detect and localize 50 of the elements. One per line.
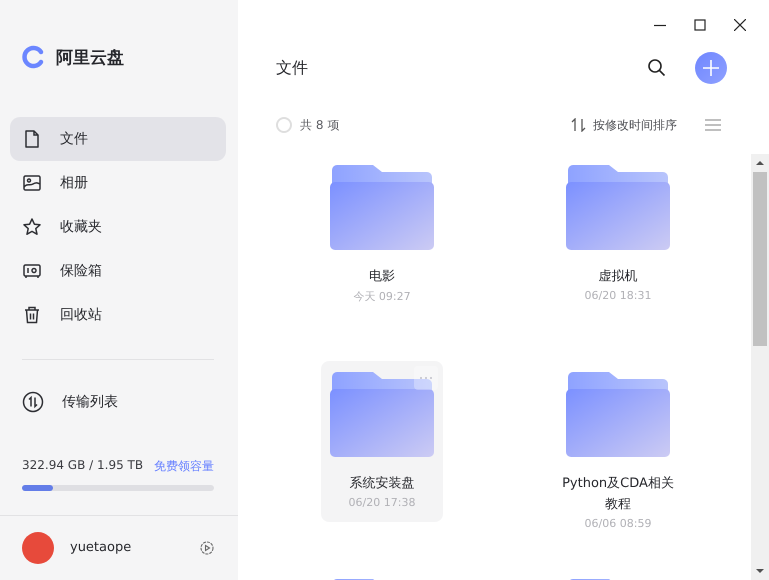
settings-icon[interactable]: [200, 540, 214, 555]
scrollbar-thumb[interactable]: [753, 172, 767, 346]
folder-icon: [566, 371, 670, 457]
avatar[interactable]: [22, 532, 54, 564]
transfer-list-item[interactable]: 传输列表: [10, 380, 226, 424]
star-icon: [22, 216, 42, 237]
photo-icon: [22, 172, 42, 193]
folder-icon: [330, 371, 434, 457]
more-icon: [419, 376, 433, 380]
search-button[interactable]: [647, 58, 667, 78]
maximize-icon: [694, 19, 706, 31]
logo-icon: [22, 45, 46, 70]
folder-name: 系统安装盘: [350, 475, 414, 493]
folder-card[interactable]: 虚拟机 06/20 18:31: [557, 154, 679, 361]
folder-name: 虚拟机: [598, 268, 638, 286]
folder-card[interactable]: 系统安装盘 06/20 17:38: [321, 361, 443, 522]
close-icon: [734, 19, 746, 31]
close-button[interactable]: [731, 16, 749, 34]
nav-item[interactable]: 回收站: [10, 292, 226, 337]
folder-date: 06/06 08:59: [584, 517, 652, 530]
sort-button[interactable]: 按修改时间排序: [571, 116, 677, 134]
folder-date: 06/20 18:31: [584, 289, 652, 302]
select-all-checkbox[interactable]: [276, 117, 292, 133]
folder-card[interactable]: Python及CDA相关教程 06/06 08:59: [557, 361, 679, 568]
scrollbar[interactable]: [751, 154, 769, 580]
scroll-up-icon[interactable]: [756, 160, 764, 166]
folder-date: 06/20 17:38: [348, 496, 416, 509]
folder-name: Python及CDA相关教程: [561, 475, 675, 514]
folder-icon: [566, 164, 670, 250]
nav-item[interactable]: 收藏夹: [10, 204, 226, 249]
nav-item[interactable]: 保险箱: [10, 248, 226, 293]
list-view-icon[interactable]: [705, 119, 721, 131]
page-title: 文件: [276, 58, 309, 78]
folder-name: 电影: [369, 268, 395, 286]
trash-icon: [22, 304, 42, 325]
user-name: yuetaope: [70, 540, 132, 556]
nav-item[interactable]: 文件: [10, 116, 226, 161]
folder-icon: [330, 164, 434, 250]
nav-item[interactable]: 相册: [10, 160, 226, 205]
app-name: 阿里云盘: [56, 46, 124, 69]
sort-icon: [571, 118, 587, 132]
scroll-down-icon[interactable]: [756, 568, 764, 574]
storage-usage: 322.94 GB / 1.95 TB: [22, 458, 144, 474]
transfer-icon: [22, 390, 44, 413]
add-button[interactable]: [695, 52, 727, 84]
plus-icon: [702, 59, 720, 77]
item-count: 共 8 项: [300, 116, 340, 134]
search-icon: [647, 58, 667, 78]
folder-date: 今天 09:27: [353, 289, 411, 304]
folder-card[interactable]: 电影 今天 09:27: [321, 154, 443, 361]
